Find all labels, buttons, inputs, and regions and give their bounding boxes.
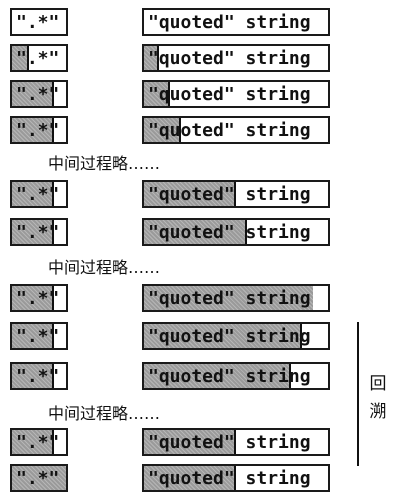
pattern-box-text: ".*" [16, 119, 60, 141]
pattern-box-text: ".*" [16, 47, 60, 69]
subject-string-box-position-cursor [234, 182, 236, 206]
subject-string-box: "quoted" string [142, 322, 330, 350]
pattern-box-text: ".*" [16, 325, 60, 347]
subject-string-box-text: "quoted" string [148, 467, 311, 489]
subject-string-box-text: "quoted" string [148, 83, 311, 105]
subject-string-box: "quoted" string [142, 116, 330, 144]
match-step-row: ".*" "quoted" string [0, 80, 400, 110]
pattern-box-position-cursor [51, 182, 54, 206]
subject-string-box-text: "quoted" string [148, 287, 311, 309]
pattern-box: ".*" [10, 464, 68, 492]
pattern-box-text: ".*" [16, 11, 60, 33]
pattern-box-position-cursor [51, 286, 54, 310]
pattern-box-position-cursor [51, 220, 54, 244]
pattern-box: ".*" [10, 284, 68, 312]
pattern-box: ".*" [10, 80, 68, 108]
match-step-row: ".*" "quoted" string [0, 428, 400, 458]
subject-string-box-text: "quoted" string [148, 119, 311, 141]
subject-string-box-text: "quoted" string [148, 365, 311, 387]
pattern-box-text: ".*" [16, 83, 60, 105]
pattern-box-position-cursor [51, 364, 54, 388]
pattern-box-text: ".*" [16, 431, 60, 453]
pattern-box-text: ".*" [16, 467, 60, 489]
subject-string-box: "quoted" string [142, 44, 330, 72]
match-step-row: ".*" "quoted" string [0, 362, 400, 392]
subject-string-box-text: "quoted" string [148, 47, 311, 69]
subject-string-box: "quoted" string [142, 362, 330, 390]
pattern-box: ".*" [10, 218, 68, 246]
pattern-box: ".*" [10, 8, 68, 36]
pattern-box: ".*" [10, 116, 68, 144]
match-step-row: ".*" "quoted" string [0, 8, 400, 38]
pattern-box: ".*" [10, 180, 68, 208]
backtrack-bracket-line [357, 322, 359, 466]
ellipsis-note: 中间过程略…… [48, 404, 161, 423]
subject-string-box: "quoted" string [142, 80, 330, 108]
subject-string-box-text: "quoted" string [148, 183, 311, 205]
subject-string-box-text: "quoted" string [148, 431, 311, 453]
subject-string-box: "quoted" string [142, 464, 330, 492]
subject-string-box-position-cursor [234, 466, 236, 490]
pattern-box-position-cursor [26, 46, 29, 70]
subject-string-box: "quoted" string [142, 8, 330, 36]
pattern-box-text: ".*" [16, 183, 60, 205]
pattern-box: ".*" [10, 362, 68, 390]
subject-string-box-position-cursor [168, 82, 170, 106]
pattern-box-position-cursor [51, 324, 54, 348]
subject-string-box-position-cursor [234, 430, 236, 454]
pattern-box-text: ".*" [16, 221, 60, 243]
match-step-row: ".*" "quoted" string [0, 180, 400, 210]
subject-string-box: "quoted" string [142, 218, 330, 246]
pattern-box-position-cursor [51, 82, 54, 106]
subject-string-box-text: "quoted" string [148, 11, 311, 33]
backtrack-label: 回溯 [369, 374, 387, 422]
ellipsis-note: 中间过程略…… [48, 258, 161, 277]
match-step-row: ".*" "quoted" string [0, 116, 400, 146]
subject-string-box-position-cursor [179, 118, 181, 142]
pattern-box: ".*" [10, 44, 68, 72]
subject-string-box: "quoted" string [142, 428, 330, 456]
pattern-box-position-cursor [51, 118, 54, 142]
pattern-box: ".*" [10, 322, 68, 350]
match-step-row: ".*" "quoted" string [0, 218, 400, 248]
match-step-row: ".*" "quoted" string [0, 284, 400, 314]
subject-string-box: "quoted" string [142, 284, 330, 312]
match-step-row: ".*" "quoted" string [0, 322, 400, 352]
pattern-box-position-cursor [51, 430, 54, 454]
ellipsis-note: 中间过程略…… [48, 154, 161, 173]
subject-string-box-position-cursor [157, 46, 159, 70]
subject-string-box-position-cursor [300, 324, 302, 348]
subject-string-box-position-cursor [245, 220, 247, 244]
subject-string-box: "quoted" string [142, 180, 330, 208]
pattern-box-text: ".*" [16, 365, 60, 387]
match-step-row: ".*" "quoted" string [0, 464, 400, 494]
subject-string-box-position-cursor [289, 364, 291, 388]
subject-string-box-text: "quoted" string [148, 221, 311, 243]
match-step-row: ".*" "quoted" string [0, 44, 400, 74]
pattern-box-text: ".*" [16, 287, 60, 309]
pattern-box: ".*" [10, 428, 68, 456]
